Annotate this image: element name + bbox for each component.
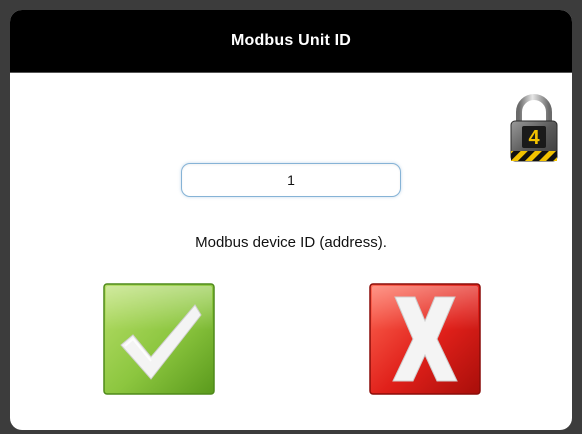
- modbus-unit-id-dialog: Modbus Unit ID 4: [10, 10, 572, 430]
- ok-button[interactable]: [103, 283, 215, 395]
- field-description: Modbus device ID (address).: [195, 234, 387, 251]
- padlock-icon: 4: [507, 94, 561, 164]
- dialog-title: Modbus Unit ID: [230, 32, 352, 49]
- x-icon: [369, 283, 481, 395]
- dialog-title-bar: Modbus Unit ID: [10, 10, 572, 73]
- unit-id-input[interactable]: [181, 163, 401, 197]
- cancel-button[interactable]: [369, 283, 481, 395]
- checkmark-icon: [103, 283, 215, 395]
- screen-frame: Modbus Unit ID 4 1 Modbus device ID (add…: [0, 0, 582, 434]
- lock-level-label: 4: [528, 127, 540, 149]
